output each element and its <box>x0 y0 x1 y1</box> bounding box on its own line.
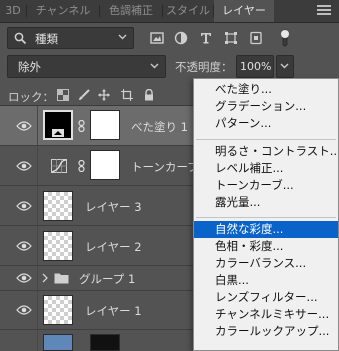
lock-transparency-icon[interactable] <box>57 89 69 101</box>
layer-thumbnail <box>43 231 73 261</box>
fill-layer-thumbnail <box>43 110 73 140</box>
lock-pixels-brush-icon[interactable] <box>78 89 90 101</box>
adjustment-filter-icon[interactable] <box>174 31 188 45</box>
visibility-eye-icon[interactable] <box>16 121 32 131</box>
shape-filter-icon[interactable] <box>224 31 238 45</box>
menu-item-exposure[interactable]: 露光量... <box>194 194 338 211</box>
menu-separator <box>196 139 336 140</box>
visibility-eye-icon[interactable] <box>16 305 32 315</box>
blend-mode-value: 除外 <box>18 60 41 74</box>
menu-item-photo-filter[interactable]: レンズフィルター... <box>194 289 338 306</box>
pixel-filter-icon[interactable] <box>150 31 164 45</box>
chevron-right-icon[interactable] <box>42 273 48 283</box>
visibility-eye-icon[interactable] <box>16 241 32 251</box>
fill-adjustment-badge-icon <box>52 129 64 137</box>
menu-item-pattern[interactable]: パターン... <box>194 115 338 132</box>
menu-item-vibrance[interactable]: 自然な彩度... <box>194 221 338 238</box>
layer-name[interactable]: レイヤー 1 <box>85 303 142 319</box>
filter-kind-label: 種類 <box>35 32 58 46</box>
visibility-eye-icon[interactable] <box>16 201 32 211</box>
layer-name[interactable]: レイヤー 3 <box>85 199 142 215</box>
lock-artboard-icon[interactable] <box>121 89 133 101</box>
layer-mask-thumbnail <box>90 334 120 351</box>
menu-item-black-white[interactable]: 白黒... <box>194 272 338 289</box>
menu-item-brightness-contrast[interactable]: 明るさ・コントラスト... <box>194 143 338 160</box>
folder-icon <box>54 273 69 284</box>
group-name[interactable]: グループ 1 <box>79 271 135 287</box>
lock-label: ロック： <box>8 90 54 104</box>
opacity-field[interactable]: 100% <box>236 55 274 78</box>
layer-thumbnail <box>43 191 73 221</box>
layer-mask-thumbnail[interactable] <box>90 110 120 140</box>
chain-link-icon[interactable] <box>78 120 85 132</box>
menu-item-gradient[interactable]: グラデーション... <box>194 98 338 115</box>
visibility-eye-icon[interactable] <box>16 161 32 171</box>
new-fill-adjustment-menu: べた塗り... グラデーション... パターン... 明るさ・コントラスト...… <box>193 78 339 351</box>
tab-layers[interactable]: レイヤー <box>214 0 274 22</box>
menu-item-color-balance[interactable]: カラーバランス... <box>194 255 338 272</box>
lock-all-icon[interactable] <box>143 89 155 101</box>
tab-adjustments[interactable]: 色調補正 <box>100 0 162 22</box>
layer-name[interactable]: べた塗り 1 <box>131 119 188 135</box>
menu-item-hue-saturation[interactable]: 色相・彩度... <box>194 238 338 255</box>
layer-thumbnail <box>43 295 73 325</box>
tab-3d[interactable]: 3D <box>0 0 26 22</box>
type-filter-icon[interactable] <box>199 31 213 45</box>
menu-item-solid-color[interactable]: べた塗り... <box>194 81 338 98</box>
filter-toggle-icon[interactable] <box>280 29 290 47</box>
opacity-value: 100% <box>240 60 272 73</box>
opacity-dropdown-button[interactable] <box>276 55 294 78</box>
layer-thumbnail <box>43 334 73 351</box>
opacity-label: 不透明度： <box>175 60 233 74</box>
panel-tab-bar: 3D チャンネル 色調補正 スタイル レイヤー <box>0 0 339 23</box>
menu-item-color-lookup[interactable]: カラールックアップ... <box>194 323 338 340</box>
layer-mask-thumbnail[interactable] <box>90 150 120 180</box>
blend-mode-select[interactable]: 除外 <box>7 55 166 78</box>
chain-link-icon[interactable] <box>78 160 85 172</box>
chevron-down-icon <box>150 63 159 69</box>
curves-adjustment-icon <box>51 159 67 173</box>
lock-position-move-icon[interactable] <box>98 89 110 101</box>
layer-name[interactable]: レイヤー 2 <box>85 239 142 255</box>
chevron-down-icon <box>280 63 289 69</box>
smart-object-filter-icon[interactable] <box>249 31 263 45</box>
menu-separator <box>196 217 336 218</box>
visibility-eye-icon[interactable] <box>16 273 32 283</box>
menu-item-curves[interactable]: トーンカーブ... <box>194 177 338 194</box>
chevron-down-icon <box>118 34 127 40</box>
panel-menu-icon[interactable] <box>317 5 331 17</box>
search-icon <box>14 32 27 45</box>
menu-item-levels[interactable]: レベル補正... <box>194 160 338 177</box>
tab-channels[interactable]: チャンネル <box>27 0 99 22</box>
layer-filter-select[interactable]: 種類 <box>7 27 134 49</box>
menu-item-channel-mixer[interactable]: チャンネルミキサー... <box>194 306 338 323</box>
tab-styles[interactable]: スタイル <box>163 0 213 22</box>
